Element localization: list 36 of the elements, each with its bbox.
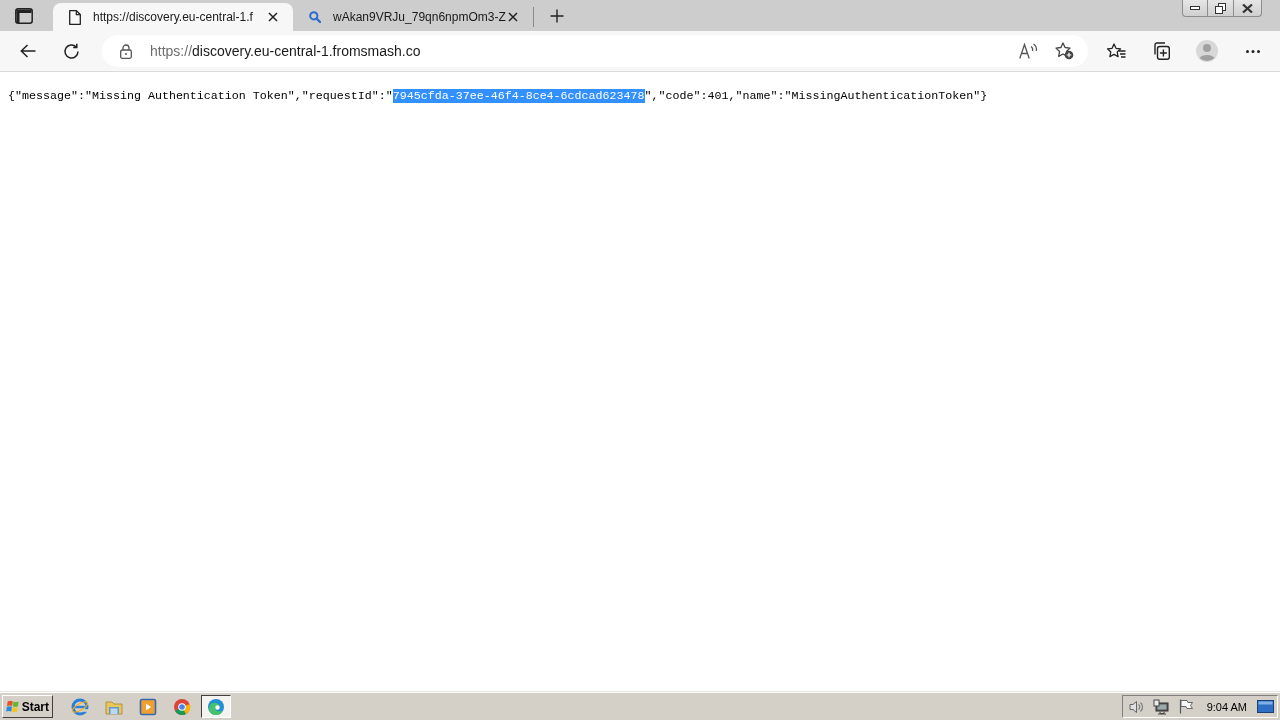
restore-icon: [1215, 2, 1226, 14]
refresh-icon[interactable]: [63, 42, 80, 60]
search-icon: [309, 11, 321, 23]
minimize-button[interactable]: [1182, 0, 1208, 17]
browser-tab[interactable]: https://discovery.eu-central-1.f: [53, 3, 293, 31]
json-response-text: {"message":"Missing Authentication Token","requestId":"7945cfda-37ee-46f4-8ce4-6cdcad623478","code":401,"name":"MissingAuthenticationToken"}: [8, 89, 988, 104]
plus-icon[interactable]: [550, 9, 564, 23]
wave-logo-icon: [207, 697, 225, 716]
close-icon[interactable]: [508, 12, 518, 22]
read-aloud-icon[interactable]: [1019, 43, 1038, 59]
show-desktop-icon[interactable]: [1257, 700, 1274, 713]
speaker-icon[interactable]: [1128, 699, 1144, 714]
color-ring-icon: [173, 697, 191, 716]
close-button[interactable]: [1234, 0, 1262, 17]
monitor-icon[interactable]: [1152, 698, 1169, 715]
clock-text[interactable]: 9:04 AM: [1206, 700, 1247, 713]
minimize-icon: [1190, 6, 1200, 10]
favorites-icon[interactable]: [1107, 43, 1126, 59]
page-icon: [69, 9, 81, 25]
flag-logo-icon: [6, 699, 20, 714]
browser-tab[interactable]: wAkan9VRJu_79qn6npmOm3-Z: [293, 3, 533, 31]
address-bar[interactable]: https://discovery.eu-central-1.fromsmash.co: [102, 35, 1088, 67]
flag-icon[interactable]: [1178, 699, 1193, 714]
sidebar-panel-icon[interactable]: [15, 8, 33, 24]
add-favorite-icon[interactable]: [1055, 42, 1074, 60]
collections-icon[interactable]: [1152, 42, 1170, 60]
start-button[interactable]: Start: [2, 695, 53, 718]
restore-button[interactable]: [1208, 0, 1234, 17]
taskbar-app-button[interactable]: [201, 695, 231, 718]
back-arrow-icon[interactable]: [20, 44, 36, 58]
media-player-icon: [139, 697, 157, 716]
close-icon: [1242, 3, 1253, 13]
close-icon[interactable]: [268, 12, 278, 22]
lock-icon: [120, 43, 132, 59]
globe-e-icon: [71, 697, 89, 716]
more-icon[interactable]: [1246, 49, 1260, 53]
